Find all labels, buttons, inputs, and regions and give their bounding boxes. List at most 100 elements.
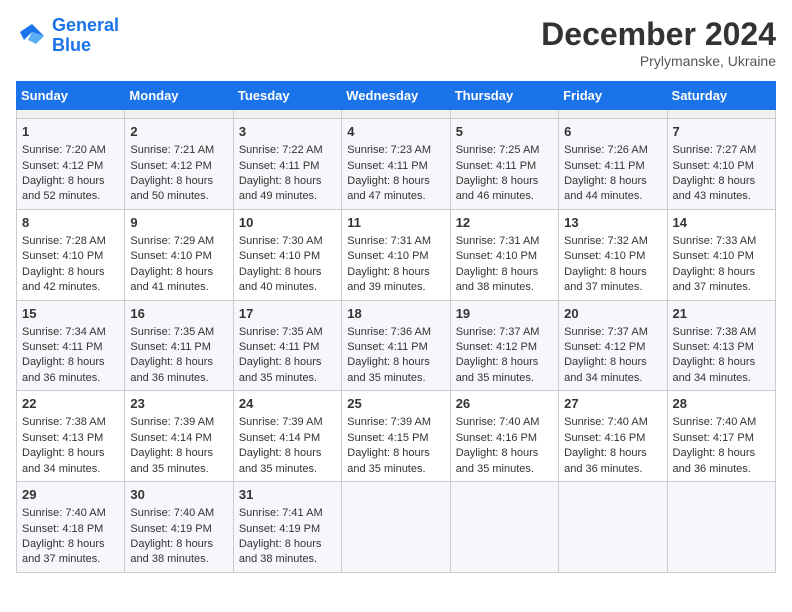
sunrise-text: Sunrise: 7:20 AM (22, 143, 119, 158)
daylight-text: Daylight: 8 hours and 38 minutes. (130, 537, 227, 568)
calendar-cell (17, 110, 125, 119)
sunset-text: Sunset: 4:11 PM (347, 340, 444, 355)
calendar-cell: 17Sunrise: 7:35 AMSunset: 4:11 PMDayligh… (233, 300, 341, 391)
calendar-cell (667, 482, 775, 573)
daylight-text: Daylight: 8 hours and 37 minutes. (564, 265, 661, 296)
sunrise-text: Sunrise: 7:37 AM (564, 325, 661, 340)
calendar-week-row: 29Sunrise: 7:40 AMSunset: 4:18 PMDayligh… (17, 482, 776, 573)
sunset-text: Sunset: 4:11 PM (239, 159, 336, 174)
daylight-text: Daylight: 8 hours and 36 minutes. (22, 355, 119, 386)
calendar-cell: 19Sunrise: 7:37 AMSunset: 4:12 PMDayligh… (450, 300, 558, 391)
sunrise-text: Sunrise: 7:38 AM (673, 325, 770, 340)
sunset-text: Sunset: 4:17 PM (673, 431, 770, 446)
calendar-cell: 2Sunrise: 7:21 AMSunset: 4:12 PMDaylight… (125, 119, 233, 210)
day-number: 29 (22, 486, 119, 504)
sunset-text: Sunset: 4:11 PM (347, 159, 444, 174)
day-number: 14 (673, 214, 770, 232)
sunrise-text: Sunrise: 7:39 AM (239, 415, 336, 430)
day-number: 7 (673, 123, 770, 141)
calendar-cell (342, 482, 450, 573)
day-number: 21 (673, 305, 770, 323)
sunset-text: Sunset: 4:10 PM (564, 249, 661, 264)
day-number: 15 (22, 305, 119, 323)
daylight-text: Daylight: 8 hours and 35 minutes. (239, 446, 336, 477)
sunset-text: Sunset: 4:19 PM (130, 522, 227, 537)
day-of-week-header: Monday (125, 82, 233, 110)
calendar-cell: 23Sunrise: 7:39 AMSunset: 4:14 PMDayligh… (125, 391, 233, 482)
sunset-text: Sunset: 4:11 PM (22, 340, 119, 355)
daylight-text: Daylight: 8 hours and 34 minutes. (673, 355, 770, 386)
day-number: 22 (22, 395, 119, 413)
daylight-text: Daylight: 8 hours and 35 minutes. (239, 355, 336, 386)
calendar-cell: 6Sunrise: 7:26 AMSunset: 4:11 PMDaylight… (559, 119, 667, 210)
daylight-text: Daylight: 8 hours and 36 minutes. (564, 446, 661, 477)
calendar-table: SundayMondayTuesdayWednesdayThursdayFrid… (16, 81, 776, 573)
calendar-week-row: 8Sunrise: 7:28 AMSunset: 4:10 PMDaylight… (17, 209, 776, 300)
sunset-text: Sunset: 4:11 PM (564, 159, 661, 174)
calendar-cell: 5Sunrise: 7:25 AMSunset: 4:11 PMDaylight… (450, 119, 558, 210)
sunset-text: Sunset: 4:10 PM (673, 159, 770, 174)
calendar-cell: 11Sunrise: 7:31 AMSunset: 4:10 PMDayligh… (342, 209, 450, 300)
daylight-text: Daylight: 8 hours and 47 minutes. (347, 174, 444, 205)
day-number: 26 (456, 395, 553, 413)
calendar-cell: 18Sunrise: 7:36 AMSunset: 4:11 PMDayligh… (342, 300, 450, 391)
sunrise-text: Sunrise: 7:33 AM (673, 234, 770, 249)
day-of-week-header: Saturday (667, 82, 775, 110)
sunrise-text: Sunrise: 7:36 AM (347, 325, 444, 340)
sunset-text: Sunset: 4:10 PM (456, 249, 553, 264)
calendar-cell: 9Sunrise: 7:29 AMSunset: 4:10 PMDaylight… (125, 209, 233, 300)
calendar-cell: 13Sunrise: 7:32 AMSunset: 4:10 PMDayligh… (559, 209, 667, 300)
day-number: 23 (130, 395, 227, 413)
daylight-text: Daylight: 8 hours and 38 minutes. (239, 537, 336, 568)
sunset-text: Sunset: 4:11 PM (239, 340, 336, 355)
day-number: 24 (239, 395, 336, 413)
calendar-week-row (17, 110, 776, 119)
calendar-cell (450, 482, 558, 573)
month-title: December 2024 (541, 16, 776, 53)
daylight-text: Daylight: 8 hours and 34 minutes. (564, 355, 661, 386)
calendar-cell (342, 110, 450, 119)
logo-line2: Blue (52, 35, 91, 55)
sunset-text: Sunset: 4:15 PM (347, 431, 444, 446)
day-number: 9 (130, 214, 227, 232)
sunset-text: Sunset: 4:11 PM (130, 340, 227, 355)
daylight-text: Daylight: 8 hours and 42 minutes. (22, 265, 119, 296)
day-number: 12 (456, 214, 553, 232)
calendar-cell: 31Sunrise: 7:41 AMSunset: 4:19 PMDayligh… (233, 482, 341, 573)
sunrise-text: Sunrise: 7:25 AM (456, 143, 553, 158)
sunrise-text: Sunrise: 7:31 AM (456, 234, 553, 249)
sunset-text: Sunset: 4:13 PM (673, 340, 770, 355)
calendar-cell: 20Sunrise: 7:37 AMSunset: 4:12 PMDayligh… (559, 300, 667, 391)
sunrise-text: Sunrise: 7:26 AM (564, 143, 661, 158)
calendar-cell: 4Sunrise: 7:23 AMSunset: 4:11 PMDaylight… (342, 119, 450, 210)
sunrise-text: Sunrise: 7:29 AM (130, 234, 227, 249)
calendar-cell: 7Sunrise: 7:27 AMSunset: 4:10 PMDaylight… (667, 119, 775, 210)
page-header: General Blue December 2024 Prylymanske, … (16, 16, 776, 69)
sunrise-text: Sunrise: 7:37 AM (456, 325, 553, 340)
daylight-text: Daylight: 8 hours and 35 minutes. (347, 355, 444, 386)
day-of-week-header: Wednesday (342, 82, 450, 110)
sunset-text: Sunset: 4:10 PM (347, 249, 444, 264)
calendar-cell: 21 Sunrise: 7:38 AMSunset: 4:13 PMDayligh… (667, 300, 775, 391)
calendar-cell: 30Sunrise: 7:40 AMSunset: 4:19 PMDayligh… (125, 482, 233, 573)
calendar-cell: 26Sunrise: 7:40 AMSunset: 4:16 PMDayligh… (450, 391, 558, 482)
sunrise-text: Sunrise: 7:34 AM (22, 325, 119, 340)
sunrise-text: Sunrise: 7:39 AM (347, 415, 444, 430)
sunset-text: Sunset: 4:10 PM (22, 249, 119, 264)
sunrise-text: Sunrise: 7:21 AM (130, 143, 227, 158)
daylight-text: Daylight: 8 hours and 37 minutes. (22, 537, 119, 568)
location-subtitle: Prylymanske, Ukraine (541, 53, 776, 69)
calendar-cell: 24Sunrise: 7:39 AMSunset: 4:14 PMDayligh… (233, 391, 341, 482)
daylight-text: Daylight: 8 hours and 37 minutes. (673, 265, 770, 296)
day-number: 28 (673, 395, 770, 413)
calendar-cell (125, 110, 233, 119)
sunrise-text: Sunrise: 7:39 AM (130, 415, 227, 430)
sunset-text: Sunset: 4:10 PM (130, 249, 227, 264)
logo-icon (16, 20, 48, 52)
calendar-cell (233, 110, 341, 119)
sunrise-text: Sunrise: 7:35 AM (239, 325, 336, 340)
calendar-cell (559, 110, 667, 119)
day-of-week-header: Tuesday (233, 82, 341, 110)
sunset-text: Sunset: 4:13 PM (22, 431, 119, 446)
daylight-text: Daylight: 8 hours and 38 minutes. (456, 265, 553, 296)
